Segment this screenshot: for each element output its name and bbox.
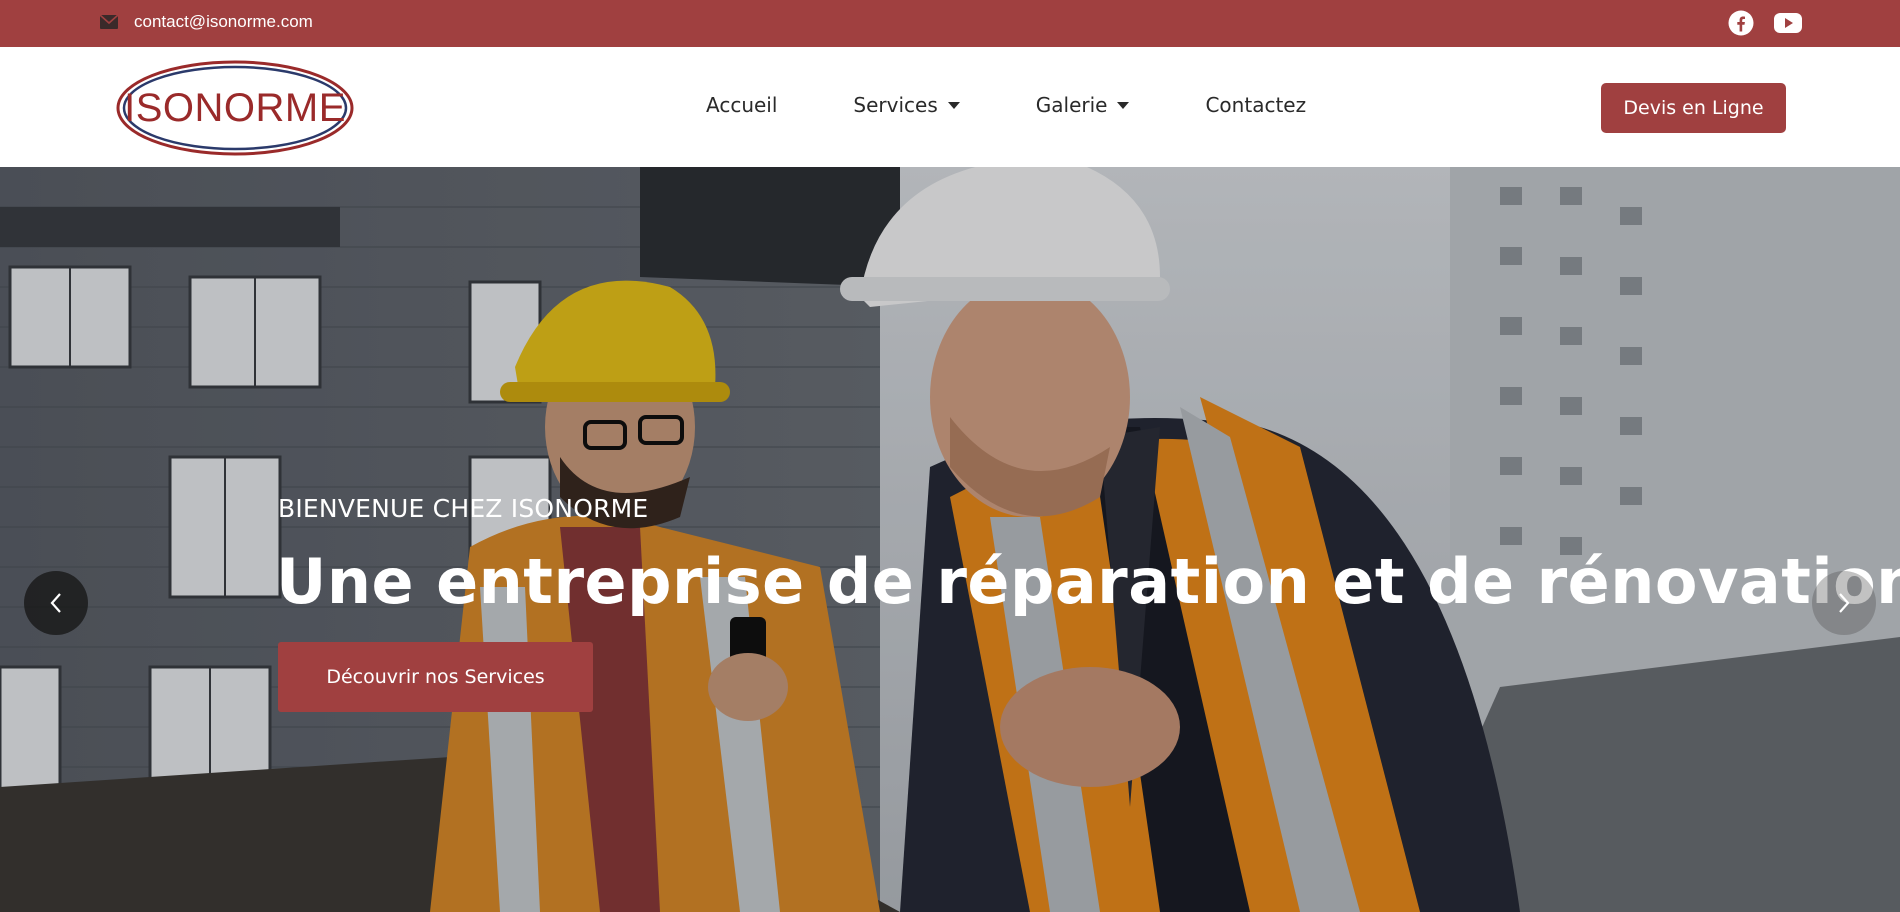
nav-galerie-label: Galerie [1035, 93, 1108, 117]
hero-carousel: BIENVENUE CHEZ ISONORME Une entreprise d… [0, 167, 1900, 912]
nav-accueil[interactable]: Accueil [706, 93, 777, 117]
main-navbar: ISONORME Accueil Services Galerie Contac… [0, 47, 1900, 167]
contact-email-link[interactable]: contact@isonorme.com [100, 12, 313, 32]
envelope-icon [100, 15, 118, 29]
hero-subtitle: BIENVENUE CHEZ ISONORME [278, 494, 649, 523]
chevron-left-icon [50, 593, 61, 613]
discover-services-button[interactable]: Découvrir nos Services [278, 642, 593, 712]
logo-text: ISONORME [124, 85, 346, 130]
main-menu: Accueil Services Galerie Contactez [706, 93, 1306, 117]
hero-dark-overlay [0, 167, 1900, 912]
chevron-right-icon [1839, 593, 1850, 613]
top-contact-bar: contact@isonorme.com [0, 0, 1900, 47]
carousel-prev-button[interactable] [24, 571, 88, 635]
isonorme-logo[interactable]: ISONORME [116, 60, 354, 156]
nav-contactez-label: Contactez [1205, 93, 1307, 117]
contact-email-text: contact@isonorme.com [134, 12, 313, 31]
nav-accueil-label: Accueil [706, 93, 778, 117]
devis-en-ligne-button[interactable]: Devis en Ligne [1601, 83, 1786, 133]
nav-contactez[interactable]: Contactez [1205, 93, 1306, 117]
social-links [1728, 10, 1802, 41]
caret-down-icon [947, 101, 960, 109]
facebook-icon[interactable] [1728, 10, 1754, 41]
caret-down-icon [1117, 101, 1130, 109]
nav-galerie-dropdown[interactable]: Galerie [1036, 93, 1130, 117]
nav-services-dropdown[interactable]: Services [853, 93, 960, 117]
hero-title: Une entreprise de réparation et de rénov… [276, 545, 1900, 618]
nav-services-label: Services [853, 93, 938, 117]
carousel-next-button[interactable] [1812, 571, 1876, 635]
youtube-icon[interactable] [1774, 12, 1802, 39]
